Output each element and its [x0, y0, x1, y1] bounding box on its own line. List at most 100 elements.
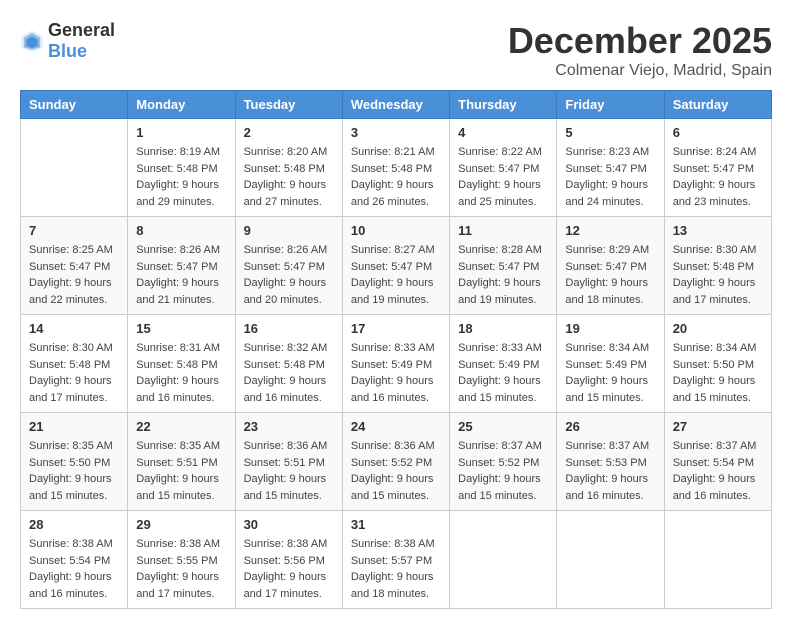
- calendar-cell: 19 Sunrise: 8:34 AM Sunset: 5:49 PM Dayli…: [557, 315, 664, 413]
- day-info: Sunrise: 8:38 AM Sunset: 5:55 PM Dayligh…: [136, 536, 226, 602]
- calendar-cell: 24 Sunrise: 8:36 AM Sunset: 5:52 PM Dayli…: [342, 413, 449, 511]
- day-info: Sunrise: 8:37 AM Sunset: 5:52 PM Dayligh…: [458, 438, 548, 504]
- logo-general-text: General: [48, 20, 115, 40]
- week-row-4: 21 Sunrise: 8:35 AM Sunset: 5:50 PM Dayli…: [21, 413, 772, 511]
- day-number: 16: [244, 321, 334, 336]
- day-info: Sunrise: 8:28 AM Sunset: 5:47 PM Dayligh…: [458, 242, 548, 308]
- day-info: Sunrise: 8:27 AM Sunset: 5:47 PM Dayligh…: [351, 242, 441, 308]
- calendar-cell: 17Sunrise: 8:33 AM Sunset: 5:49 PM Dayli…: [342, 315, 449, 413]
- location-title: Colmenar Viejo, Madrid, Spain: [508, 62, 772, 80]
- page-header: General Blue December 2025 Colmenar Viej…: [20, 20, 772, 80]
- day-number: 21: [29, 419, 119, 434]
- calendar-cell: 15 Sunrise: 8:31 AM Sunset: 5:48 PM Dayli…: [128, 315, 235, 413]
- day-info: Sunrise: 8:38 AM Sunset: 5:57 PM Dayligh…: [351, 536, 441, 602]
- calendar-cell: [450, 511, 557, 609]
- day-number: 11: [458, 223, 548, 238]
- day-info: Sunrise: 8:38 AM Sunset: 5:54 PM Dayligh…: [29, 536, 119, 602]
- calendar-table: SundayMondayTuesdayWednesdayThursdayFrid…: [20, 90, 772, 609]
- day-header-tuesday: Tuesday: [235, 91, 342, 119]
- day-number: 10: [351, 223, 441, 238]
- day-info: Sunrise: 8:34 AM Sunset: 5:50 PM Dayligh…: [673, 340, 763, 406]
- day-info: Sunrise: 8:36 AM Sunset: 5:51 PM Dayligh…: [244, 438, 334, 504]
- day-number: 6: [673, 125, 763, 140]
- day-number: 19: [565, 321, 655, 336]
- calendar-cell: 20 Sunrise: 8:34 AM Sunset: 5:50 PM Dayli…: [664, 315, 771, 413]
- day-number: 12: [565, 223, 655, 238]
- calendar-cell: 18 Sunrise: 8:33 AM Sunset: 5:49 PM Dayli…: [450, 315, 557, 413]
- day-number: 29: [136, 517, 226, 532]
- day-number: 26: [565, 419, 655, 434]
- calendar-cell: 27 Sunrise: 8:37 AM Sunset: 5:54 PM Dayli…: [664, 413, 771, 511]
- day-number: 24: [351, 419, 441, 434]
- day-number: 4: [458, 125, 548, 140]
- day-info: Sunrise: 8:24 AM Sunset: 5:47 PM Dayligh…: [673, 144, 763, 210]
- day-number: 20: [673, 321, 763, 336]
- day-info: Sunrise: 8:30 AM Sunset: 5:48 PM Dayligh…: [29, 340, 119, 406]
- day-number: 30: [244, 517, 334, 532]
- day-info: Sunrise: 8:21 AM Sunset: 5:48 PM Dayligh…: [351, 144, 441, 210]
- calendar-cell: 10 Sunrise: 8:27 AM Sunset: 5:47 PM Dayli…: [342, 217, 449, 315]
- day-number: 25: [458, 419, 548, 434]
- day-number: 18: [458, 321, 548, 336]
- calendar-cell: 25 Sunrise: 8:37 AM Sunset: 5:52 PM Dayli…: [450, 413, 557, 511]
- calendar-cell: 4 Sunrise: 8:22 AM Sunset: 5:47 PM Daylig…: [450, 119, 557, 217]
- calendar-cell: 3 Sunrise: 8:21 AM Sunset: 5:48 PM Daylig…: [342, 119, 449, 217]
- day-number: 31: [351, 517, 441, 532]
- day-header-sunday: Sunday: [21, 91, 128, 119]
- calendar-cell: 31 Sunrise: 8:38 AM Sunset: 5:57 PM Dayli…: [342, 511, 449, 609]
- day-info: Sunrise: 8:31 AM Sunset: 5:48 PM Dayligh…: [136, 340, 226, 406]
- day-header-wednesday: Wednesday: [342, 91, 449, 119]
- day-info: Sunrise: 8:35 AM Sunset: 5:51 PM Dayligh…: [136, 438, 226, 504]
- day-number: 1: [136, 125, 226, 140]
- day-info: Sunrise: 8:38 AM Sunset: 5:56 PM Dayligh…: [244, 536, 334, 602]
- day-info: Sunrise: 8:34 AM Sunset: 5:49 PM Dayligh…: [565, 340, 655, 406]
- week-row-2: 7Sunrise: 8:25 AM Sunset: 5:47 PM Daylig…: [21, 217, 772, 315]
- day-number: 14: [29, 321, 119, 336]
- day-info: Sunrise: 8:20 AM Sunset: 5:48 PM Dayligh…: [244, 144, 334, 210]
- calendar-cell: 9Sunrise: 8:26 AM Sunset: 5:47 PM Daylig…: [235, 217, 342, 315]
- day-number: 28: [29, 517, 119, 532]
- calendar-cell: 2Sunrise: 8:20 AM Sunset: 5:48 PM Daylig…: [235, 119, 342, 217]
- calendar-cell: 7Sunrise: 8:25 AM Sunset: 5:47 PM Daylig…: [21, 217, 128, 315]
- day-info: Sunrise: 8:26 AM Sunset: 5:47 PM Dayligh…: [244, 242, 334, 308]
- day-info: Sunrise: 8:25 AM Sunset: 5:47 PM Dayligh…: [29, 242, 119, 308]
- day-number: 22: [136, 419, 226, 434]
- day-info: Sunrise: 8:35 AM Sunset: 5:50 PM Dayligh…: [29, 438, 119, 504]
- calendar-cell: 6 Sunrise: 8:24 AM Sunset: 5:47 PM Daylig…: [664, 119, 771, 217]
- day-info: Sunrise: 8:22 AM Sunset: 5:47 PM Dayligh…: [458, 144, 548, 210]
- day-info: Sunrise: 8:33 AM Sunset: 5:49 PM Dayligh…: [351, 340, 441, 406]
- day-header-friday: Friday: [557, 91, 664, 119]
- week-row-3: 14 Sunrise: 8:30 AM Sunset: 5:48 PM Dayli…: [21, 315, 772, 413]
- calendar-cell: 8Sunrise: 8:26 AM Sunset: 5:47 PM Daylig…: [128, 217, 235, 315]
- day-info: Sunrise: 8:30 AM Sunset: 5:48 PM Dayligh…: [673, 242, 763, 308]
- day-info: Sunrise: 8:33 AM Sunset: 5:49 PM Dayligh…: [458, 340, 548, 406]
- calendar-cell: 16 Sunrise: 8:32 AM Sunset: 5:48 PM Dayli…: [235, 315, 342, 413]
- day-number: 27: [673, 419, 763, 434]
- calendar-cell: 23Sunrise: 8:36 AM Sunset: 5:51 PM Dayli…: [235, 413, 342, 511]
- logo-icon: [20, 29, 44, 53]
- calendar-cell: 12Sunrise: 8:29 AM Sunset: 5:47 PM Dayli…: [557, 217, 664, 315]
- day-number: 15: [136, 321, 226, 336]
- day-header-saturday: Saturday: [664, 91, 771, 119]
- day-info: Sunrise: 8:37 AM Sunset: 5:53 PM Dayligh…: [565, 438, 655, 504]
- title-block: December 2025 Colmenar Viejo, Madrid, Sp…: [508, 20, 772, 80]
- logo-blue-text: Blue: [48, 41, 87, 61]
- day-info: Sunrise: 8:19 AM Sunset: 5:48 PM Dayligh…: [136, 144, 226, 210]
- calendar-cell: 1 Sunrise: 8:19 AM Sunset: 5:48 PM Daylig…: [128, 119, 235, 217]
- day-number: 3: [351, 125, 441, 140]
- day-info: Sunrise: 8:36 AM Sunset: 5:52 PM Dayligh…: [351, 438, 441, 504]
- day-info: Sunrise: 8:37 AM Sunset: 5:54 PM Dayligh…: [673, 438, 763, 504]
- week-row-1: 1 Sunrise: 8:19 AM Sunset: 5:48 PM Daylig…: [21, 119, 772, 217]
- calendar-cell: 22 Sunrise: 8:35 AM Sunset: 5:51 PM Dayli…: [128, 413, 235, 511]
- calendar-cell: 30 Sunrise: 8:38 AM Sunset: 5:56 PM Dayli…: [235, 511, 342, 609]
- day-info: Sunrise: 8:32 AM Sunset: 5:48 PM Dayligh…: [244, 340, 334, 406]
- calendar-cell: 21 Sunrise: 8:35 AM Sunset: 5:50 PM Dayli…: [21, 413, 128, 511]
- calendar-cell: 13Sunrise: 8:30 AM Sunset: 5:48 PM Dayli…: [664, 217, 771, 315]
- month-title: December 2025: [508, 20, 772, 62]
- calendar-cell: 29 Sunrise: 8:38 AM Sunset: 5:55 PM Dayli…: [128, 511, 235, 609]
- logo: General Blue: [20, 20, 115, 62]
- calendar-cell: 28 Sunrise: 8:38 AM Sunset: 5:54 PM Dayli…: [21, 511, 128, 609]
- day-header-monday: Monday: [128, 91, 235, 119]
- calendar-cell: 5Sunrise: 8:23 AM Sunset: 5:47 PM Daylig…: [557, 119, 664, 217]
- calendar-cell: [557, 511, 664, 609]
